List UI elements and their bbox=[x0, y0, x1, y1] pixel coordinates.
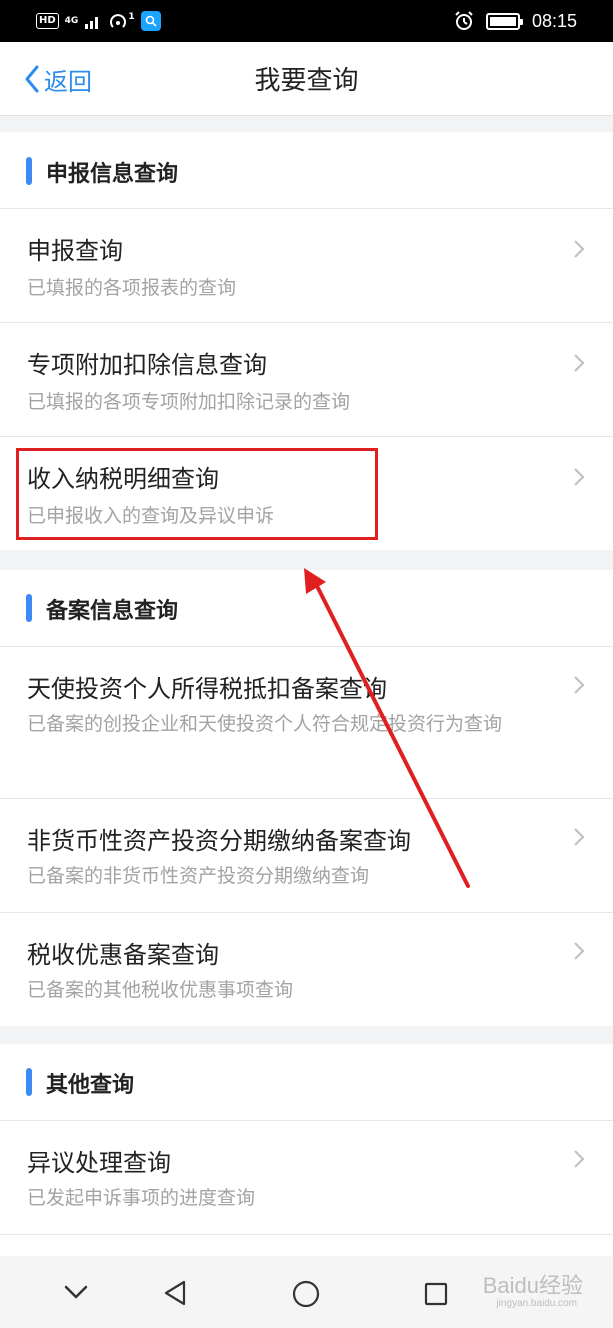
section-header-filing: 备案信息查询 bbox=[0, 570, 613, 646]
chevron-right-icon bbox=[574, 354, 585, 372]
nav-bar: 返回 我要查询 bbox=[0, 42, 613, 116]
list-item-special-deduction-query[interactable]: 专项附加扣除信息查询 已填报的各项专项附加扣除记录的查询 bbox=[0, 322, 613, 436]
chevron-right-icon bbox=[574, 1150, 585, 1168]
section-title: 其他查询 bbox=[46, 1073, 135, 1098]
chevron-right-icon bbox=[574, 240, 585, 258]
section-accent-bar bbox=[26, 1068, 32, 1096]
highlight-box bbox=[16, 448, 378, 540]
item-subtitle: 已发起申诉事项的进度查询 bbox=[27, 1187, 256, 1209]
item-title: 申报查询 bbox=[27, 237, 123, 265]
section-header-other: 其他查询 bbox=[0, 1044, 613, 1120]
status-left: HD 4G 1 bbox=[36, 10, 161, 32]
item-subtitle: 已填报的各项报表的查询 bbox=[27, 277, 237, 299]
back-triangle-icon[interactable] bbox=[162, 1280, 188, 1306]
battery-icon bbox=[485, 12, 523, 30]
item-title: 税收优惠备案查询 bbox=[27, 941, 219, 969]
network-type: 4G bbox=[64, 15, 79, 26]
alarm-icon bbox=[455, 11, 473, 30]
section-title: 申报信息查询 bbox=[46, 162, 179, 187]
section-title: 备案信息查询 bbox=[46, 599, 179, 624]
section-accent-bar bbox=[26, 594, 32, 622]
item-title: 非货币性资产投资分期缴纳备案查询 bbox=[27, 827, 411, 855]
status-bar: HD 4G 1 08:15 bbox=[0, 0, 613, 42]
chevron-down-icon[interactable] bbox=[64, 1284, 88, 1300]
item-subtitle: 已备案的创投企业和天使投资个人符合规定投资行为查询 bbox=[27, 713, 503, 735]
signal-icon bbox=[85, 17, 99, 29]
status-time: 08:15 bbox=[531, 10, 577, 31]
list-item-angel-investment-query[interactable]: 天使投资个人所得税抵扣备案查询 已备案的创投企业和天使投资个人符合规定投资行为查… bbox=[0, 646, 613, 798]
item-subtitle: 已填报的各项专项附加扣除记录的查询 bbox=[27, 391, 351, 413]
section-header-declaration: 申报信息查询 bbox=[0, 132, 613, 208]
chevron-right-icon bbox=[574, 676, 585, 694]
item-subtitle: 已备案的其他税收优惠事项查询 bbox=[27, 979, 294, 1001]
search-app-icon bbox=[140, 11, 161, 31]
watermark-brand: Baidu经验 bbox=[482, 1273, 583, 1298]
status-right: 08:15 bbox=[454, 9, 577, 33]
list-item-tax-preference-query[interactable]: 税收优惠备案查询 已备案的其他税收优惠事项查询 bbox=[0, 912, 613, 1026]
chevron-right-icon bbox=[574, 942, 585, 960]
home-circle-icon[interactable] bbox=[292, 1280, 320, 1308]
item-title: 异议处理查询 bbox=[27, 1149, 171, 1177]
chevron-right-icon bbox=[574, 468, 585, 486]
hd-badge: HD bbox=[36, 13, 59, 29]
recents-square-icon[interactable] bbox=[424, 1282, 448, 1306]
item-title: 专项附加扣除信息查询 bbox=[27, 351, 267, 379]
chevron-right-icon bbox=[574, 828, 585, 846]
page-title: 我要查询 bbox=[254, 66, 359, 96]
watermark-url: jingyan.baidu.com bbox=[496, 1298, 577, 1309]
list-item-declaration-query[interactable]: 申报查询 已填报的各项报表的查询 bbox=[0, 208, 613, 322]
item-subtitle: 已备案的非货币性资产投资分期缴纳查询 bbox=[27, 865, 370, 887]
section-accent-bar bbox=[26, 157, 32, 185]
list-item-objection-query[interactable]: 异议处理查询 已发起申诉事项的进度查询 bbox=[0, 1120, 613, 1234]
list-item-non-monetary-asset-query[interactable]: 非货币性资产投资分期缴纳备案查询 已备案的非货币性资产投资分期缴纳查询 bbox=[0, 798, 613, 912]
item-title: 天使投资个人所得税抵扣备案查询 bbox=[27, 675, 387, 703]
hotspot-count: 1 bbox=[128, 12, 135, 22]
hotspot-icon bbox=[110, 14, 127, 28]
